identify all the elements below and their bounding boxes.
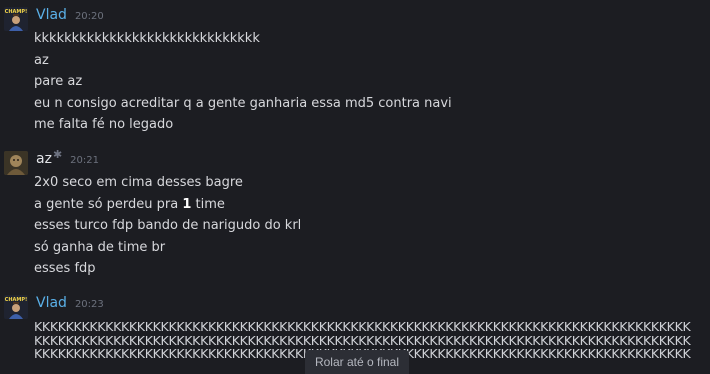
champion-avatar-icon: CHAMP!	[4, 295, 28, 319]
message-body: kkkkkkkkkkkkkkkkkkkkkkkkkkkkkk az pare a…	[34, 28, 452, 136]
author-name[interactable]: az	[36, 151, 52, 167]
message-header: az ✱ 20:21	[36, 148, 99, 169]
message-body: 2x0 seco em cima desses bagre a gente só…	[34, 172, 301, 280]
message-line: esses turco fdp bando de narigudo do krl	[34, 218, 302, 233]
message-line: KKKKKKKKKKKKKKKKKKKKKKKKKKKKKKKKKKKKKKKK…	[34, 320, 691, 334]
timestamp: 20:21	[70, 155, 99, 166]
avatar[interactable]: CHAMP!	[4, 295, 28, 319]
champion-avatar-icon: CHAMP!	[4, 7, 28, 31]
message-line: só ganha de time br	[34, 239, 166, 255]
message-line: az	[34, 52, 49, 68]
avatar[interactable]	[4, 151, 28, 175]
message-line: 2x0 seco em cima desses bagre	[34, 175, 243, 190]
user-avatar-icon	[4, 151, 28, 175]
avatar[interactable]: CHAMP!	[4, 7, 28, 31]
badge-icon: ✱	[52, 148, 63, 161]
timestamp: 20:20	[74, 11, 104, 22]
author-name[interactable]: Vlad	[36, 295, 67, 311]
author-name[interactable]: Vlad	[36, 7, 67, 23]
message-line: esses fdp	[34, 261, 96, 276]
message-line: pare az	[34, 74, 83, 89]
message-line: kkkkkkkkkkkkkkkkkkkkkkkkkkkkkk	[34, 31, 260, 46]
scroll-to-bottom-button[interactable]: Rolar até o final	[305, 350, 409, 374]
message-line: eu n consigo acreditar q a gente ganhari…	[34, 95, 452, 111]
message-line: me falta fé no legado	[34, 117, 174, 132]
message-line: KKKKKKKKKKKKKKKKKKKKKKKKKKKKKKKKKKKKKKKK…	[34, 333, 691, 347]
message-line: a gente só perdeu pra 1 time	[34, 196, 225, 212]
message-header: Vlad 20:20	[36, 7, 104, 25]
message-header: Vlad 20:23	[36, 295, 104, 313]
timestamp: 20:23	[74, 299, 104, 310]
